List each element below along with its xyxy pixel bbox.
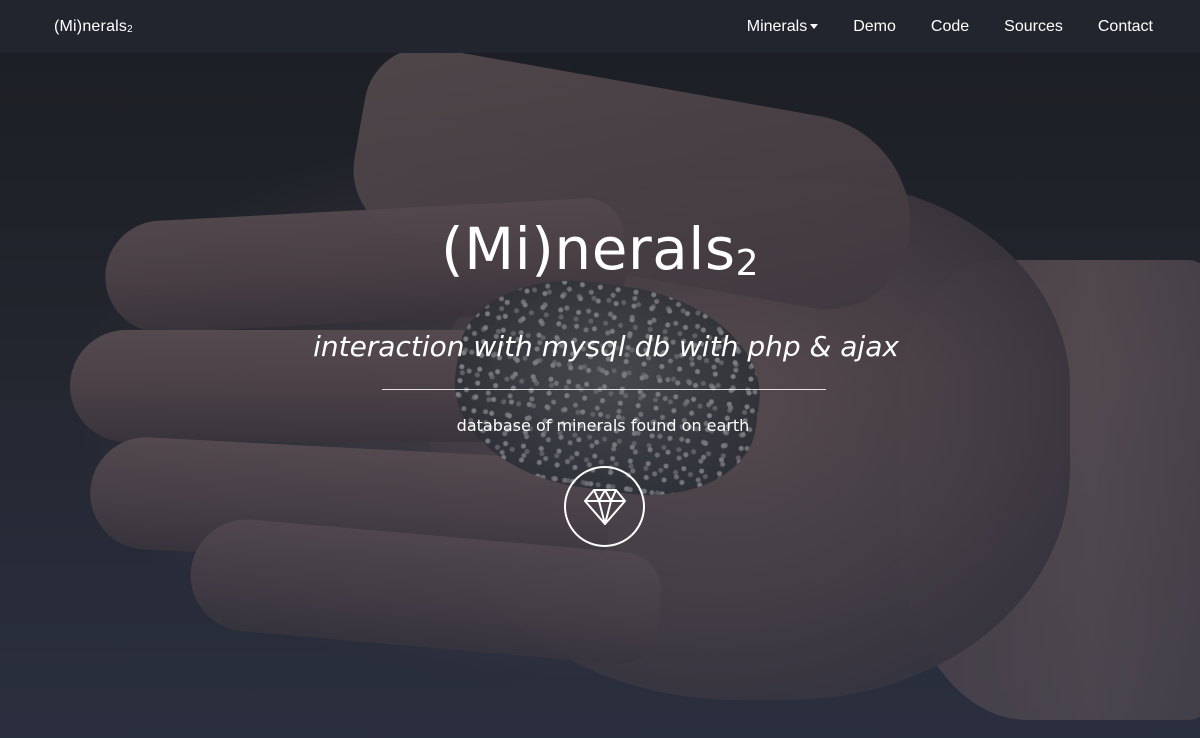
hero-divider <box>382 389 826 390</box>
hero-title: (Mi)nerals2 <box>0 215 1200 285</box>
nav-item-label: Minerals <box>746 17 808 35</box>
nav-item-code[interactable]: Code <box>931 18 969 36</box>
brand-logo-link[interactable]: (Mi)nerals 2 <box>54 18 133 36</box>
nav-item-label: Sources <box>1004 17 1063 35</box>
nav-links: Minerals Demo Code Sources Contact <box>712 18 1153 36</box>
hero-tagline: interaction with mysql db with php & aja… <box>313 330 899 363</box>
nav-item-label: Demo <box>853 17 896 35</box>
hero-title-subscript: 2 <box>735 243 759 285</box>
nav-item-demo[interactable]: Demo <box>853 18 896 36</box>
nav-item-label: Code <box>930 17 970 35</box>
nav-item-minerals-dropdown[interactable]: Minerals <box>746 17 819 36</box>
diamond-icon <box>583 488 626 525</box>
nav-item-label: Contact <box>1097 17 1153 35</box>
scroll-down-button[interactable] <box>564 466 645 547</box>
brand-subscript: 2 <box>127 24 133 36</box>
brand-text: (Mi)nerals <box>54 17 128 35</box>
hero-content: (Mi)nerals2 interaction with mysql db wi… <box>0 0 1200 738</box>
top-navbar: (Mi)nerals 2 Minerals Demo Code Sources C… <box>0 0 1200 53</box>
hero-title-text: (Mi)nerals <box>441 215 736 283</box>
caret-down-icon <box>810 24 819 29</box>
nav-item-contact[interactable]: Contact <box>1098 18 1153 36</box>
nav-item-sources[interactable]: Sources <box>1004 18 1063 36</box>
hero-subtitle: database of minerals found on earth <box>456 416 750 435</box>
